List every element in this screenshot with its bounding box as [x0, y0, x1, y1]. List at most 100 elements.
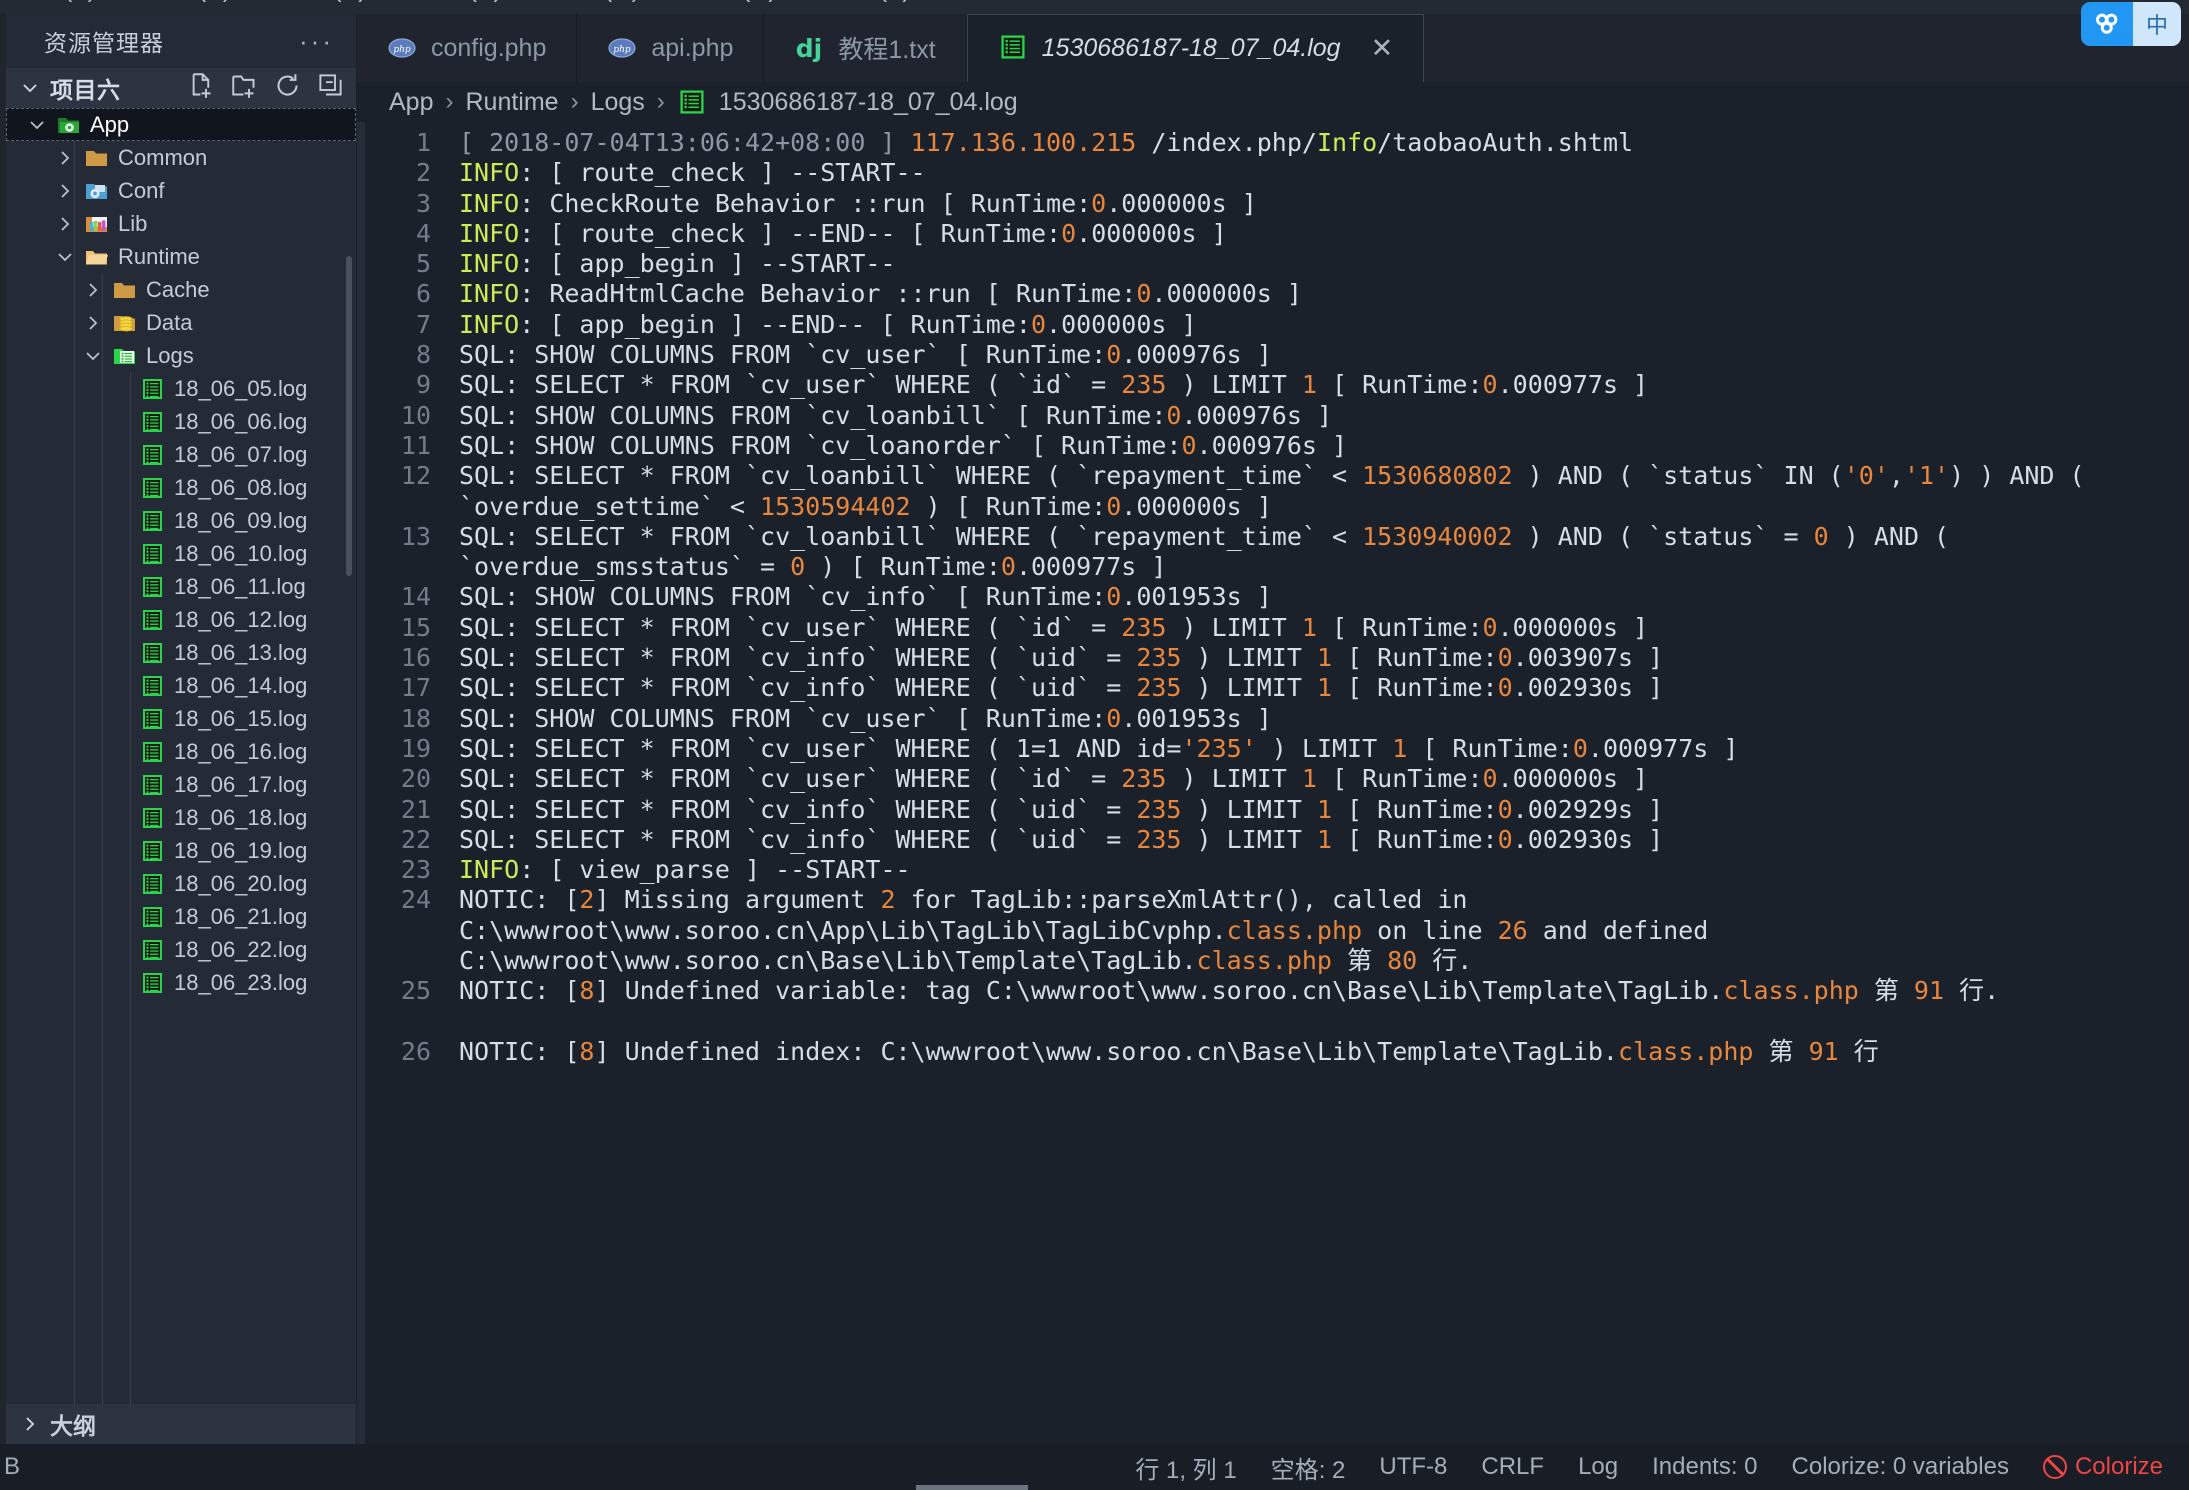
ime-logo-icon: [2081, 2, 2133, 46]
code-token-num: 1: [1316, 643, 1332, 673]
editor-tab-bar[interactable]: php config.php php api.php dj 教程1.txt 15306861…: [357, 14, 2189, 82]
chevron-right-icon[interactable]: [82, 313, 104, 333]
editor-tab-config-php[interactable]: php config.php: [357, 14, 578, 82]
breadcrumb-item-logs[interactable]: Logs: [591, 88, 645, 117]
collapse-all-icon[interactable]: [317, 72, 344, 105]
code-line[interactable]: INFO: [ route_check ] --END-- [ RunTime:…: [459, 219, 2189, 249]
editor-content[interactable]: 1 2 3 4 5 6 7 8 9 10 11 12 13 14 15 16 17 18 19 20 21 22 23 24 2…: [357, 122, 2189, 1444]
chevron-right-icon[interactable]: [82, 280, 104, 300]
outline-section-header[interactable]: 大纲: [6, 1404, 356, 1444]
tree-item-lib[interactable]: Lib: [6, 207, 356, 240]
status-eol[interactable]: CRLF: [1481, 1453, 1544, 1481]
editor-group: php config.php php api.php dj 教程1.txt 15306861…: [357, 14, 2189, 1444]
tree-item-18-06-14-log[interactable]: 18_06_14.log: [6, 669, 356, 702]
chevron-down-icon[interactable]: [26, 115, 48, 135]
tree-item-18-06-13-log[interactable]: 18_06_13.log: [6, 636, 356, 669]
tree-item-18-06-09-log[interactable]: 18_06_09.log: [6, 504, 356, 537]
code-line[interactable]: NOTIC: [8] Undefined index: C:\wwwroot\w…: [459, 1037, 2189, 1067]
code-text[interactable]: [ 2018-07-04T13:06:42+08:00 ] 117.136.10…: [441, 122, 2189, 1444]
status-encoding[interactable]: UTF-8: [1379, 1453, 1447, 1481]
tree-item-18-06-18-log[interactable]: 18_06_18.log: [6, 801, 356, 834]
chevron-down-icon[interactable]: [54, 247, 76, 267]
tree-item-18-06-20-log[interactable]: 18_06_20.log: [6, 867, 356, 900]
status-colorize-count[interactable]: Colorize: 0 variables: [1792, 1453, 2009, 1481]
tree-item-18-06-21-log[interactable]: 18_06_21.log: [6, 900, 356, 933]
ime-indicator[interactable]: 中: [2081, 2, 2181, 46]
new-folder-icon[interactable]: [231, 72, 258, 105]
chevron-right-icon[interactable]: [54, 148, 76, 168]
tree-item-18-06-16-log[interactable]: 18_06_16.log: [6, 735, 356, 768]
tree-item-18-06-15-log[interactable]: 18_06_15.log: [6, 702, 356, 735]
breadcrumb-item-runtime[interactable]: Runtime: [465, 88, 558, 117]
refresh-icon[interactable]: [274, 72, 301, 105]
tree-item-cache[interactable]: Cache: [6, 273, 356, 306]
code-line[interactable]: SQL: SHOW COLUMNS FROM `cv_loanbill` [ R…: [459, 401, 2189, 431]
tree-item-18-06-19-log[interactable]: 18_06_19.log: [6, 834, 356, 867]
code-line[interactable]: [ 2018-07-04T13:06:42+08:00 ] 117.136.10…: [459, 128, 2189, 158]
ellipsis-icon[interactable]: ···: [299, 26, 334, 57]
code-line[interactable]: SQL: SELECT * FROM `cv_user` WHERE ( `id…: [459, 370, 2189, 400]
status-cursor-position[interactable]: 行 1, 列 1: [1135, 1450, 1236, 1485]
code-line[interactable]: INFO: CheckRoute Behavior ::run [ RunTim…: [459, 189, 2189, 219]
code-line[interactable]: SQL: SELECT * FROM `cv_info` WHERE ( `ui…: [459, 825, 2189, 855]
tree-item-18-06-06-log[interactable]: 18_06_06.log: [6, 405, 356, 438]
editor-tab-api-php[interactable]: php api.php: [577, 14, 765, 82]
tree-item-app[interactable]: App: [6, 108, 356, 141]
code-line[interactable]: SQL: SELECT * FROM `cv_loanbill` WHERE (…: [459, 461, 2189, 522]
code-line[interactable]: SQL: SELECT * FROM `cv_user` WHERE ( `id…: [459, 764, 2189, 794]
editor-tab---1-txt[interactable]: dj 教程1.txt: [764, 14, 967, 82]
code-line[interactable]: SQL: SELECT * FROM `cv_info` WHERE ( `ui…: [459, 673, 2189, 703]
tree-item-runtime[interactable]: Runtime: [6, 240, 356, 273]
tree-item-18-06-08-log[interactable]: 18_06_08.log: [6, 471, 356, 504]
tree-item-data[interactable]: Data: [6, 306, 356, 339]
chevron-right-icon[interactable]: [54, 181, 76, 201]
breadcrumb-file[interactable]: 1530686187-18_07_04.log: [719, 88, 1018, 117]
code-line[interactable]: INFO: [ view_parse ] --START--: [459, 855, 2189, 885]
close-icon[interactable]: ✕: [1371, 33, 1394, 64]
editor-tab-1530686187-18-07-04-log[interactable]: 1530686187-18_07_04.log ✕: [966, 14, 1425, 82]
tree-item-18-06-05-log[interactable]: 18_06_05.log: [6, 372, 356, 405]
tree-item-18-06-10-log[interactable]: 18_06_10.log: [6, 537, 356, 570]
status-colorize-toggle[interactable]: Colorize: [2042, 1453, 2163, 1481]
code-token-plain: 行: [1838, 1037, 1879, 1067]
new-file-icon[interactable]: [188, 72, 215, 105]
code-line[interactable]: SQL: SHOW COLUMNS FROM `cv_user` [ RunTi…: [459, 704, 2189, 734]
code-line[interactable]: SQL: SELECT * FROM `cv_user` WHERE ( 1=1…: [459, 734, 2189, 764]
file-tree[interactable]: App Common Conf Lib Runtime Cache Data Logs 18_0…: [6, 108, 356, 1404]
code-line[interactable]: NOTIC: [8] Undefined variable: tag C:\ww…: [459, 976, 2189, 1037]
code-line[interactable]: NOTIC: [2] Missing argument 2 for TagLib…: [459, 885, 2189, 976]
chevron-down-icon[interactable]: [82, 346, 104, 366]
tree-item-18-06-12-log[interactable]: 18_06_12.log: [6, 603, 356, 636]
status-language-mode[interactable]: Log: [1578, 1453, 1618, 1481]
code-line[interactable]: INFO: [ route_check ] --START--: [459, 158, 2189, 188]
code-line[interactable]: SQL: SHOW COLUMNS FROM `cv_user` [ RunTi…: [459, 340, 2189, 370]
tree-item-18-06-22-log[interactable]: 18_06_22.log: [6, 933, 356, 966]
breadcrumb[interactable]: App › Runtime › Logs › 1530686187-18_07_04.log: [357, 82, 2189, 122]
tree-item-logs[interactable]: Logs: [6, 339, 356, 372]
tree-item-conf[interactable]: Conf: [6, 174, 356, 207]
code-line[interactable]: SQL: SHOW COLUMNS FROM `cv_loanorder` [ …: [459, 431, 2189, 461]
code-token-plain: ] Undefined variable: tag C:\wwwroot\www…: [594, 976, 1724, 1006]
code-line[interactable]: SQL: SHOW COLUMNS FROM `cv_info` [ RunTi…: [459, 582, 2189, 612]
code-line[interactable]: SQL: SELECT * FROM `cv_info` WHERE ( `ui…: [459, 643, 2189, 673]
code-line[interactable]: SQL: SELECT * FROM `cv_loanbill` WHERE (…: [459, 522, 2189, 583]
code-line[interactable]: SQL: SELECT * FROM `cv_user` WHERE ( `id…: [459, 613, 2189, 643]
project-section-header[interactable]: 项目六: [6, 68, 356, 108]
code-token-num: 235: [1136, 794, 1182, 824]
tree-item-18-06-11-log[interactable]: 18_06_11.log: [6, 570, 356, 603]
tree-item-18-06-07-log[interactable]: 18_06_07.log: [6, 438, 356, 471]
ime-mode-label[interactable]: 中: [2133, 2, 2181, 46]
status-indentation[interactable]: 空格: 2: [1271, 1450, 1346, 1485]
tree-item-18-06-23-log[interactable]: 18_06_23.log: [6, 966, 356, 999]
breadcrumb-item-app[interactable]: App: [389, 88, 433, 117]
chevron-right-icon[interactable]: [54, 214, 76, 234]
status-bar[interactable]: B 行 1, 列 1 空格: 2 UTF-8 CRLF Log Indents:…: [0, 1444, 2189, 1490]
code-line[interactable]: INFO: [ app_begin ] --START--: [459, 249, 2189, 279]
code-line[interactable]: INFO: [ app_begin ] --END-- [ RunTime:0.…: [459, 310, 2189, 340]
code-token-plain: ) LIMIT: [1166, 612, 1302, 642]
status-indents[interactable]: Indents: 0: [1652, 1453, 1757, 1481]
tree-item-common[interactable]: Common: [6, 141, 356, 174]
code-line[interactable]: SQL: SELECT * FROM `cv_info` WHERE ( `ui…: [459, 795, 2189, 825]
code-line[interactable]: INFO: ReadHtmlCache Behavior ::run [ Run…: [459, 279, 2189, 309]
tree-item-18-06-17-log[interactable]: 18_06_17.log: [6, 768, 356, 801]
